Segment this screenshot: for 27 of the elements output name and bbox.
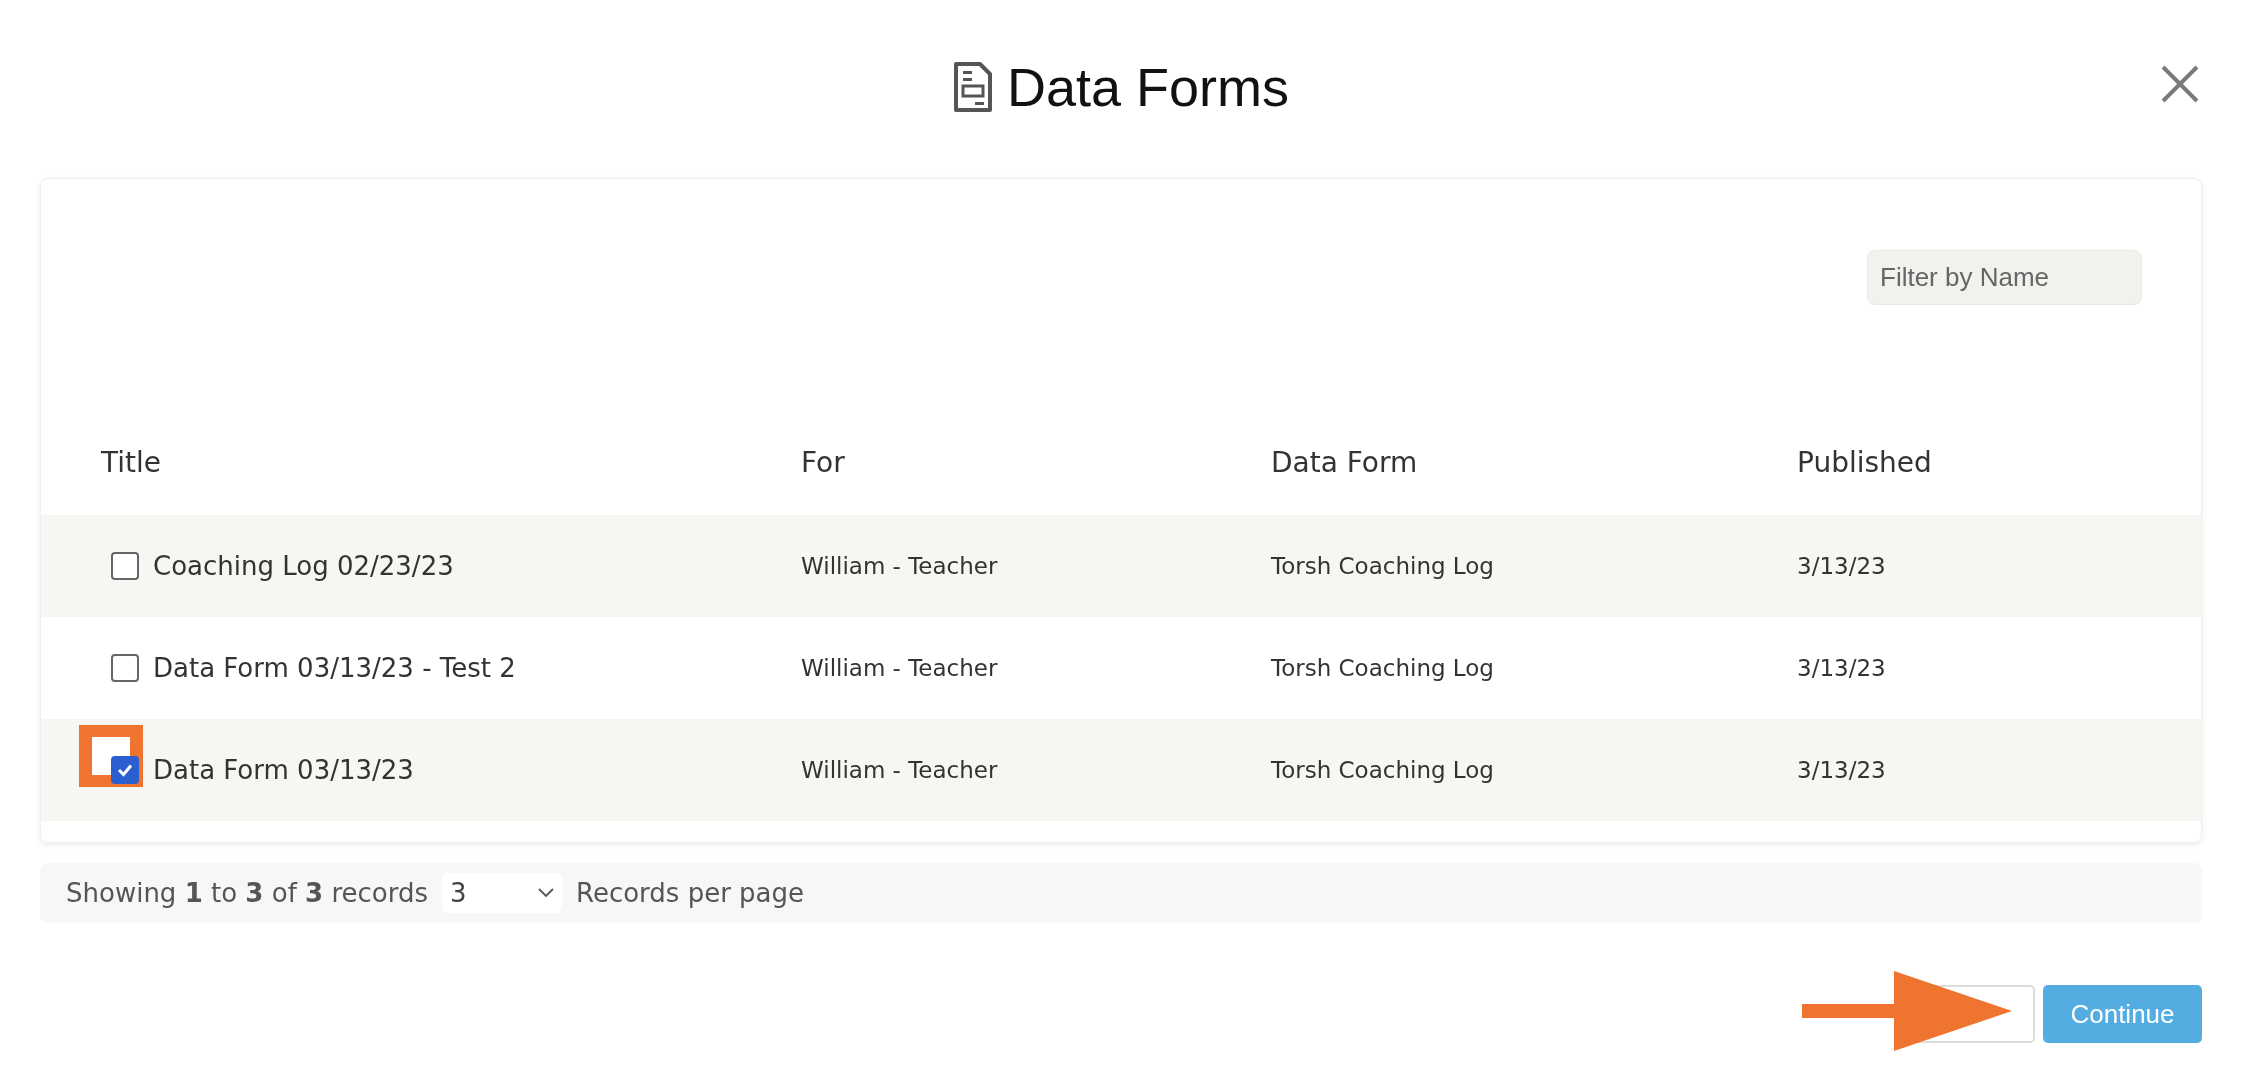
row-checkbox[interactable] xyxy=(111,552,139,580)
table-cell-text: 3/13/23 xyxy=(1797,553,1887,579)
column-header: Data Form xyxy=(1271,446,1419,479)
dialog-title: Data Forms xyxy=(1006,56,1290,118)
table-cell: Data Form 03/13/23 xyxy=(153,755,414,785)
table-cell-text: 3/13/23 xyxy=(1797,655,1887,681)
table-cell: Coaching Log 02/23/23 xyxy=(153,551,454,581)
chevron-icon xyxy=(538,888,554,898)
records-summary: Showing 1 to 3 of 3 records xyxy=(66,878,428,908)
table-cell: Data Form 03/13/23 - Test 2 xyxy=(153,653,516,683)
filter-field[interactable]: Filter by Name xyxy=(1867,250,2142,305)
column-header: Published xyxy=(1797,446,1933,479)
table-cell-text: Torsh Coaching Log xyxy=(1271,655,1495,681)
close-icon[interactable] xyxy=(2160,64,2200,104)
form-icon xyxy=(952,61,993,113)
row-checkbox[interactable] xyxy=(111,756,139,784)
table-cell-text: Torsh Coaching Log xyxy=(1271,757,1495,783)
table-cell-text: William - Teacher xyxy=(801,553,999,579)
column-header: Title xyxy=(100,446,162,479)
table-cell-text: William - Teacher xyxy=(801,757,999,783)
row-checkbox[interactable] xyxy=(111,654,139,682)
per-page-select[interactable]: 3 xyxy=(442,873,562,913)
table-cell-text: 3/13/23 xyxy=(1797,757,1887,783)
table-cell-text: William - Teacher xyxy=(801,655,999,681)
per-page-label: Records per page xyxy=(576,878,805,908)
column-header: For xyxy=(801,446,846,479)
table-cell-text: Torsh Coaching Log xyxy=(1271,553,1495,579)
